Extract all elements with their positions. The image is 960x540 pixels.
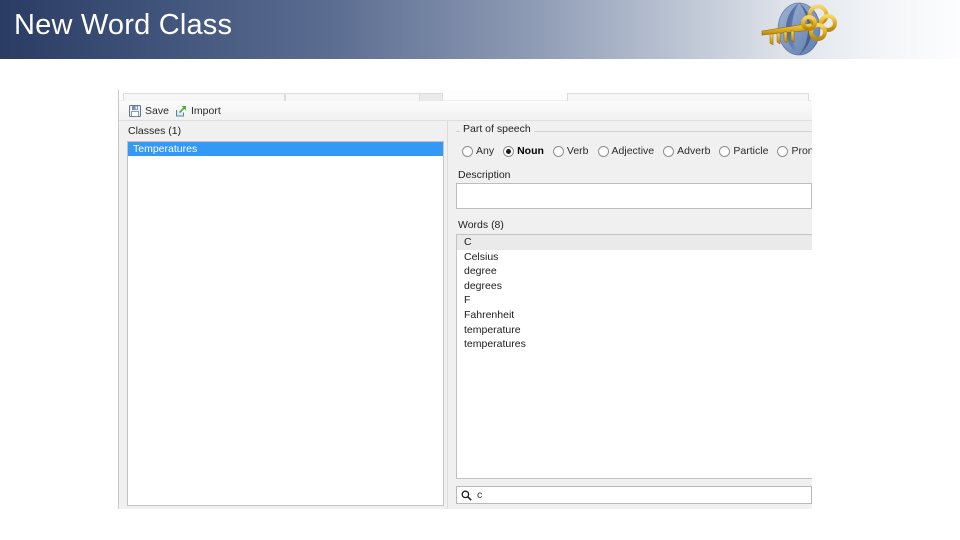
words-label: Words (8) (458, 219, 504, 231)
radio-label: Verb (566, 145, 589, 157)
toolbar: Save Import (119, 101, 812, 121)
classes-label: Classes (1) (128, 125, 182, 137)
part-of-speech-legend: Part of speech (460, 123, 534, 135)
word-text: Celsius (464, 250, 499, 263)
application-window: Save Import Classes (1) Temperatures Par… (118, 90, 812, 509)
save-label: Save (145, 105, 169, 117)
list-item[interactable]: Celsius (457, 250, 812, 265)
words-list[interactable]: C Celsius degree degrees F Fahrenheit te… (456, 234, 812, 479)
classes-pane: Classes (1) Temperatures (119, 121, 444, 509)
word-text: temperature (464, 323, 521, 336)
word-text: degrees (464, 279, 502, 292)
list-item[interactable]: Fahrenheit (457, 308, 812, 323)
word-text: degree (464, 265, 497, 278)
radio-adverb[interactable]: Adverb (663, 145, 710, 157)
radio-label: Particle (733, 145, 769, 157)
radio-dot-icon (719, 145, 731, 157)
radio-label: Pronoun (791, 145, 812, 157)
tab-stub[interactable] (123, 93, 285, 101)
import-button[interactable]: Import (171, 103, 225, 119)
list-item[interactable]: degrees (457, 279, 812, 294)
search-icon (461, 490, 472, 501)
list-item[interactable]: Temperatures (128, 142, 443, 156)
description-input[interactable] (456, 183, 812, 209)
radio-dot-icon (503, 145, 515, 157)
radio-pronoun[interactable]: Pronoun (777, 145, 812, 157)
import-label: Import (191, 105, 221, 117)
radio-verb[interactable]: Verb (552, 145, 589, 157)
gold-key-globe-logo (761, 2, 837, 56)
radio-dot-icon (663, 145, 675, 157)
search-field[interactable]: c (456, 486, 812, 504)
word-text: temperatures (464, 338, 526, 351)
list-item[interactable]: degree (457, 264, 812, 279)
slide-header: New Word Class (0, 0, 960, 59)
radio-particle[interactable]: Particle (719, 145, 768, 157)
details-pane: Part of speech Any Noun Verb Adjective A… (452, 121, 812, 509)
tab-stub[interactable] (567, 93, 809, 101)
list-item[interactable]: temperature (457, 323, 812, 338)
floppy-disk-icon (129, 105, 141, 117)
radio-label: Noun (517, 145, 544, 157)
word-text: F (464, 294, 471, 307)
list-item[interactable]: F (457, 293, 812, 308)
tab-stub[interactable] (419, 93, 443, 101)
word-text: Fahrenheit (464, 308, 515, 321)
radio-label: Adverb (677, 145, 711, 157)
radio-label: Any (476, 145, 495, 157)
radio-dot-icon (462, 145, 473, 157)
search-value: c (477, 489, 483, 501)
part-of-speech-options: Any Noun Verb Adjective Adverb Particle … (462, 145, 812, 157)
class-name: Temperatures (133, 143, 198, 155)
import-arrow-icon (176, 106, 186, 117)
page-title: New Word Class (14, 9, 233, 41)
radio-adjective[interactable]: Adjective (597, 145, 655, 157)
radio-dot-icon (552, 145, 564, 157)
list-item[interactable]: C (457, 235, 812, 250)
save-button[interactable]: Save (125, 103, 173, 119)
radio-noun[interactable]: Noun (503, 145, 544, 157)
radio-dot-icon (597, 145, 609, 157)
tab-strip (119, 90, 812, 101)
part-of-speech-group: Part of speech Any Noun Verb Adjective A… (456, 123, 812, 163)
pane-splitter[interactable] (444, 121, 452, 509)
tab-stub[interactable] (285, 93, 427, 101)
radio-dot-icon (777, 145, 789, 157)
radio-any[interactable]: Any (462, 145, 494, 157)
classes-list[interactable]: Temperatures (127, 141, 444, 506)
word-text: C (464, 236, 472, 248)
radio-label: Adjective (611, 145, 655, 157)
list-item[interactable]: temperatures (457, 337, 812, 352)
description-label: Description (458, 169, 511, 181)
